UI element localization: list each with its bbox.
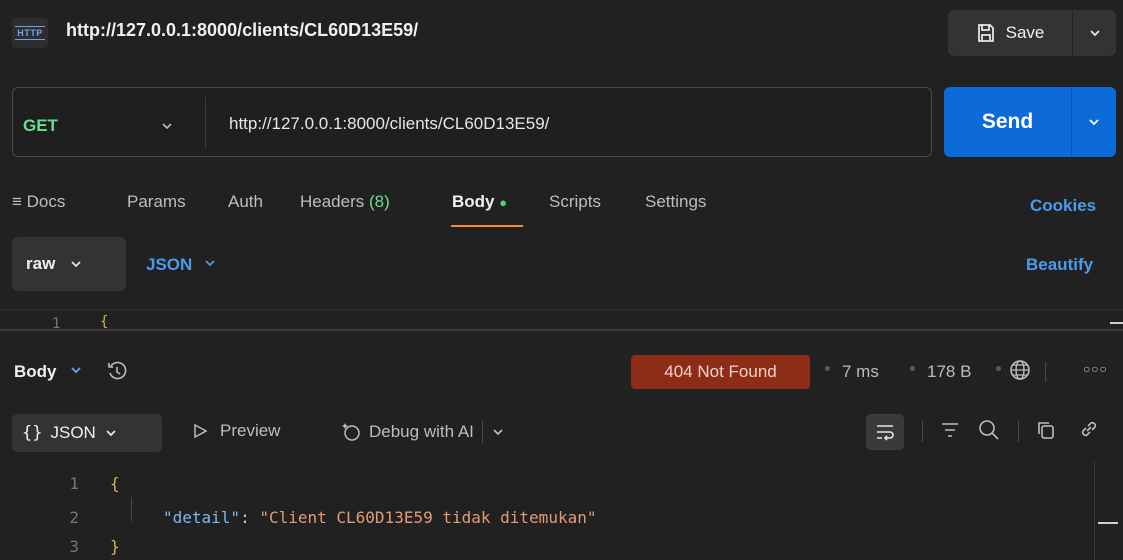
tab-body[interactable]: Body ● <box>452 192 507 212</box>
save-icon <box>977 24 994 42</box>
divider <box>1045 362 1046 382</box>
divider <box>1018 420 1019 442</box>
save-options-button[interactable] <box>1073 10 1116 56</box>
chevron-down-icon[interactable] <box>491 425 505 439</box>
divider <box>481 421 483 443</box>
divider <box>205 97 206 149</box>
body-mode-selector[interactable]: raw <box>12 237 126 291</box>
body-format-selector[interactable]: JSON <box>146 255 217 275</box>
wrap-lines-icon <box>877 425 894 441</box>
request-editor[interactable]: 1 { <box>0 309 1123 331</box>
send-button[interactable]: Send <box>944 87 1072 157</box>
tab-auth[interactable]: Auth <box>228 192 263 212</box>
method-selector[interactable]: GET <box>23 116 58 136</box>
http-request-icon: HTTP <box>12 18 48 48</box>
divider <box>922 420 923 442</box>
pane-splitter[interactable] <box>0 329 1123 331</box>
send-options-button[interactable] <box>1072 87 1116 157</box>
code-text[interactable]: { <box>110 474 120 493</box>
active-tab-indicator <box>451 225 523 227</box>
preview-button[interactable]: Preview <box>192 421 280 441</box>
response-time[interactable]: 7 ms <box>842 362 879 382</box>
response-format-selector[interactable]: {} JSON <box>12 414 162 452</box>
response-size[interactable]: 178 B <box>927 362 971 382</box>
response-body-selector[interactable]: Body <box>14 362 83 382</box>
search-icon[interactable] <box>978 419 1000 446</box>
tab-params[interactable]: Params <box>127 192 186 212</box>
indent-guide <box>131 497 132 521</box>
ai-sparkle-icon <box>342 423 360 441</box>
separator-dot <box>996 366 1001 371</box>
tab-scripts[interactable]: Scripts <box>549 192 601 212</box>
more-options-icon[interactable]: ○○○ <box>1083 362 1108 376</box>
scrollbar-thumb[interactable] <box>1098 522 1118 524</box>
tab-headers[interactable]: Headers (8) <box>300 192 390 212</box>
code-text[interactable]: "detail": "Client CL60D13E59 tidak ditem… <box>163 508 596 527</box>
docs-icon: ≡ <box>12 192 22 211</box>
braces-icon: {} <box>22 423 43 443</box>
tab-settings[interactable]: Settings <box>645 192 706 212</box>
code-line: 2 "detail": "Client CL60D13E59 tidak dit… <box>0 508 1090 534</box>
send-button-group: Send <box>944 87 1116 157</box>
status-badge[interactable]: 404 Not Found <box>631 355 810 389</box>
copy-icon[interactable] <box>1036 420 1056 445</box>
chevron-down-icon[interactable] <box>160 118 174 138</box>
line-number: 2 <box>69 508 79 527</box>
minimap-border <box>1094 462 1095 560</box>
wrap-lines-button[interactable] <box>866 414 904 450</box>
beautify-button[interactable]: Beautify <box>1026 255 1093 275</box>
tab-docs[interactable]: ≡ Docs <box>12 192 65 212</box>
code-line: { <box>100 314 109 330</box>
save-button[interactable]: Save <box>948 10 1073 56</box>
line-number: 3 <box>69 537 79 556</box>
code-line: 3 } <box>0 537 1090 560</box>
code-line: 1 { <box>0 474 1090 500</box>
line-number: 1 <box>69 474 79 493</box>
cookies-link[interactable]: Cookies <box>1030 196 1096 216</box>
filter-icon[interactable] <box>940 420 960 445</box>
request-title[interactable]: http://127.0.0.1:8000/clients/CL60D13E59… <box>66 20 418 41</box>
link-icon[interactable] <box>1078 418 1100 445</box>
scrollbar-thumb[interactable] <box>1110 322 1123 324</box>
headers-count: (8) <box>369 192 390 211</box>
chevron-down-icon <box>1089 30 1100 37</box>
history-icon[interactable] <box>106 360 128 387</box>
chevron-down-icon <box>205 260 215 267</box>
separator-dot <box>825 366 830 371</box>
debug-with-ai-button[interactable]: Debug with AI <box>341 421 505 443</box>
globe-icon[interactable] <box>1008 358 1032 387</box>
chevron-down-icon <box>71 367 81 374</box>
chevron-down-icon <box>1089 119 1099 126</box>
save-label: Save <box>1005 23 1045 42</box>
play-icon <box>194 423 208 439</box>
save-button-group: Save <box>948 10 1116 56</box>
separator-dot <box>910 366 915 371</box>
chevron-down-icon <box>71 261 81 268</box>
code-text[interactable]: } <box>110 537 120 556</box>
url-input[interactable]: http://127.0.0.1:8000/clients/CL60D13E59… <box>229 114 549 134</box>
chevron-down-icon <box>106 430 116 437</box>
modified-dot-icon: ● <box>499 195 508 210</box>
